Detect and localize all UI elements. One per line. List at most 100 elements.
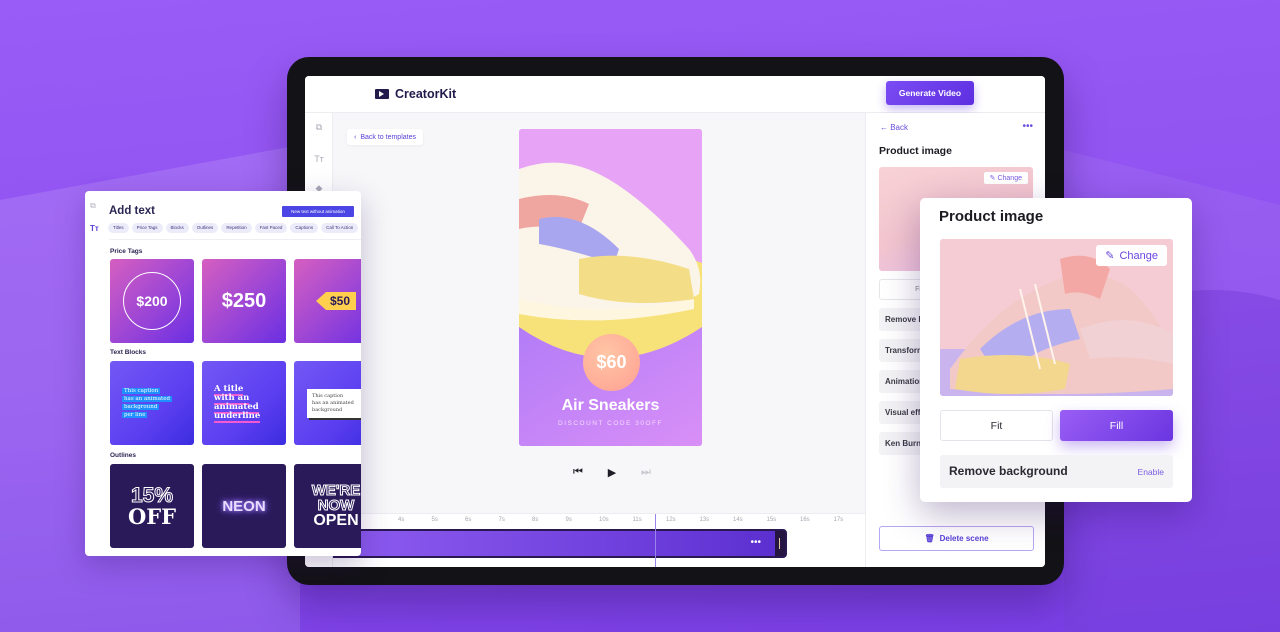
text-icon[interactable]: Tт	[90, 224, 99, 233]
outline-tile[interactable]: 15% OFF	[110, 464, 194, 548]
fill-button[interactable]: Fill	[1060, 410, 1173, 441]
tile-text: WE'RE NOW OPEN	[311, 482, 361, 529]
caption-line: per line	[122, 412, 148, 418]
outline-tile[interactable]: WE'RE NOW OPEN	[294, 464, 361, 548]
chip-captions[interactable]: Captions	[290, 223, 319, 233]
tick-label: 7s	[498, 517, 505, 523]
delete-scene-button[interactable]: 🗑 Delete scene	[879, 526, 1034, 551]
tick-label: 9s	[565, 517, 572, 523]
chip-outlines[interactable]: Outlines	[191, 223, 219, 233]
price-tag-tile[interactable]: $250	[202, 259, 286, 343]
tick-label: 11s	[632, 517, 642, 523]
caption-line: has an animated	[122, 396, 173, 402]
play-icon[interactable]: ▶	[605, 466, 619, 479]
product-image: ✎ Change	[940, 239, 1173, 396]
tile-text: A title with an animated underline	[214, 384, 274, 423]
price-tag-tile[interactable]: $200	[110, 259, 194, 343]
tile-text: $50	[315, 292, 357, 310]
text-block-tile[interactable]: A title with an animated underline	[202, 361, 286, 445]
tick-label: 15s	[766, 517, 777, 523]
tile-text: 15% OFF	[127, 484, 177, 529]
chip-titles[interactable]: Titles	[108, 223, 129, 233]
tick-label: 6s	[465, 517, 472, 523]
panel-title: Product image	[879, 145, 952, 157]
chip-call-to-action[interactable]: Call To Action	[321, 223, 359, 233]
caption-line: This caption	[312, 392, 344, 399]
product-image-popover: Product image ✎ Change Fit Fill Remove b…	[920, 198, 1192, 502]
remove-background-label: Remove background	[949, 464, 1068, 478]
outline-line: 15%	[130, 484, 174, 507]
chip-blocks[interactable]: Blocks	[165, 223, 189, 233]
price-badge: $60	[583, 334, 640, 391]
tile-text: This caption has an animated background …	[122, 387, 182, 419]
app-name: CreatorKit	[395, 87, 457, 101]
tick-label: 8s	[532, 517, 539, 523]
playback-controls: ⏮ ▶ ⏭	[571, 466, 653, 479]
outline-line: NOW	[317, 497, 355, 514]
text-block-tile[interactable]: This caption has an animated background …	[110, 361, 194, 445]
top-bar: CreatorKit Generate Video	[305, 76, 1045, 113]
tick-label: 5s	[431, 517, 438, 523]
more-icon[interactable]: •••	[1022, 121, 1033, 132]
caption-line: has an animated	[312, 399, 354, 406]
delete-scene-label: Delete scene	[939, 534, 989, 543]
back-button[interactable]: ← Back	[880, 123, 908, 132]
skip-back-icon[interactable]: ⏮	[571, 466, 585, 479]
chevron-left-icon: ‹	[354, 133, 357, 141]
outline-line: WE'RE	[311, 482, 361, 499]
clip-resize-handle[interactable]	[775, 531, 785, 556]
back-to-templates-button[interactable]: ‹ Back to templates	[347, 129, 423, 145]
tick-label: 17s	[833, 517, 844, 523]
popover-title: Product image	[939, 208, 1044, 225]
pencil-icon: ✎	[1105, 250, 1115, 262]
new-text-without-animation-button[interactable]: New text without animation	[282, 206, 354, 217]
text-block-tile[interactable]: This caption has an animated background	[294, 361, 361, 445]
preview-subtitle: DISCOUNT CODE 30OFF	[558, 420, 663, 427]
fit-button[interactable]: Fit	[940, 410, 1053, 441]
change-image-button[interactable]: ✎ Change	[1096, 245, 1167, 266]
chip-repetition[interactable]: Repetition	[221, 223, 252, 233]
tick-label: 4s	[398, 517, 405, 523]
timeline[interactable]: 4s 5s 6s 7s 8s 9s 10s 11s 12s 13s 14s 15…	[333, 513, 865, 567]
enable-link[interactable]: Enable	[1138, 467, 1164, 477]
caption-line: This caption	[122, 388, 161, 394]
logo-icon	[375, 89, 389, 99]
caption-line: underline	[214, 411, 261, 423]
add-media-icon[interactable]: ⧉	[90, 201, 96, 211]
add-text-title: Add text	[109, 205, 155, 217]
caption-line: background	[122, 404, 160, 410]
remove-background-row: Remove background Enable	[940, 455, 1173, 488]
caption-line: background	[312, 406, 343, 413]
back-to-templates-label: Back to templates	[360, 133, 416, 141]
tile-text: $250	[221, 289, 267, 312]
tick-label: 16s	[800, 517, 810, 523]
generate-video-button[interactable]: Generate Video	[886, 81, 974, 105]
price-tag-tile[interactable]: $50	[294, 259, 361, 343]
trash-icon: 🗑	[924, 534, 935, 543]
change-label: Change	[1119, 249, 1158, 262]
chip-price-tags[interactable]: Price Tags	[131, 223, 163, 233]
add-media-icon[interactable]: ⧉	[314, 122, 324, 132]
change-image-button[interactable]: ✎ Change	[983, 172, 1028, 184]
clip-menu-icon[interactable]: •••	[750, 537, 761, 548]
outline-line: OPEN	[313, 512, 359, 529]
change-label: Change	[997, 175, 1022, 182]
skip-forward-icon[interactable]: ⏭	[639, 466, 653, 479]
section-outlines: Outlines	[110, 452, 137, 459]
text-icon[interactable]: Tт	[314, 154, 324, 164]
tile-text: $200	[123, 272, 181, 330]
playhead[interactable]	[655, 514, 656, 567]
divider	[109, 239, 361, 240]
chip-fast-paced[interactable]: Fast Paced	[254, 223, 288, 233]
add-text-panel: ⧉ Tт Add text New text without animation…	[85, 191, 361, 556]
timeline-clip[interactable]: •••	[333, 529, 787, 558]
outline-tile[interactable]: NEON	[202, 464, 286, 548]
video-preview[interactable]: $60 Air Sneakers DISCOUNT CODE 30OFF	[519, 129, 702, 446]
tick-label: 12s	[666, 517, 676, 523]
preview-title: Air Sneakers	[561, 397, 660, 414]
category-chips: Titles Price Tags Blocks Outlines Repeti…	[108, 223, 359, 233]
logo[interactable]: CreatorKit	[375, 87, 456, 101]
outline-line: OFF	[127, 504, 177, 529]
tick-label: 13s	[699, 517, 710, 523]
section-text-blocks: Text Blocks	[110, 349, 147, 356]
